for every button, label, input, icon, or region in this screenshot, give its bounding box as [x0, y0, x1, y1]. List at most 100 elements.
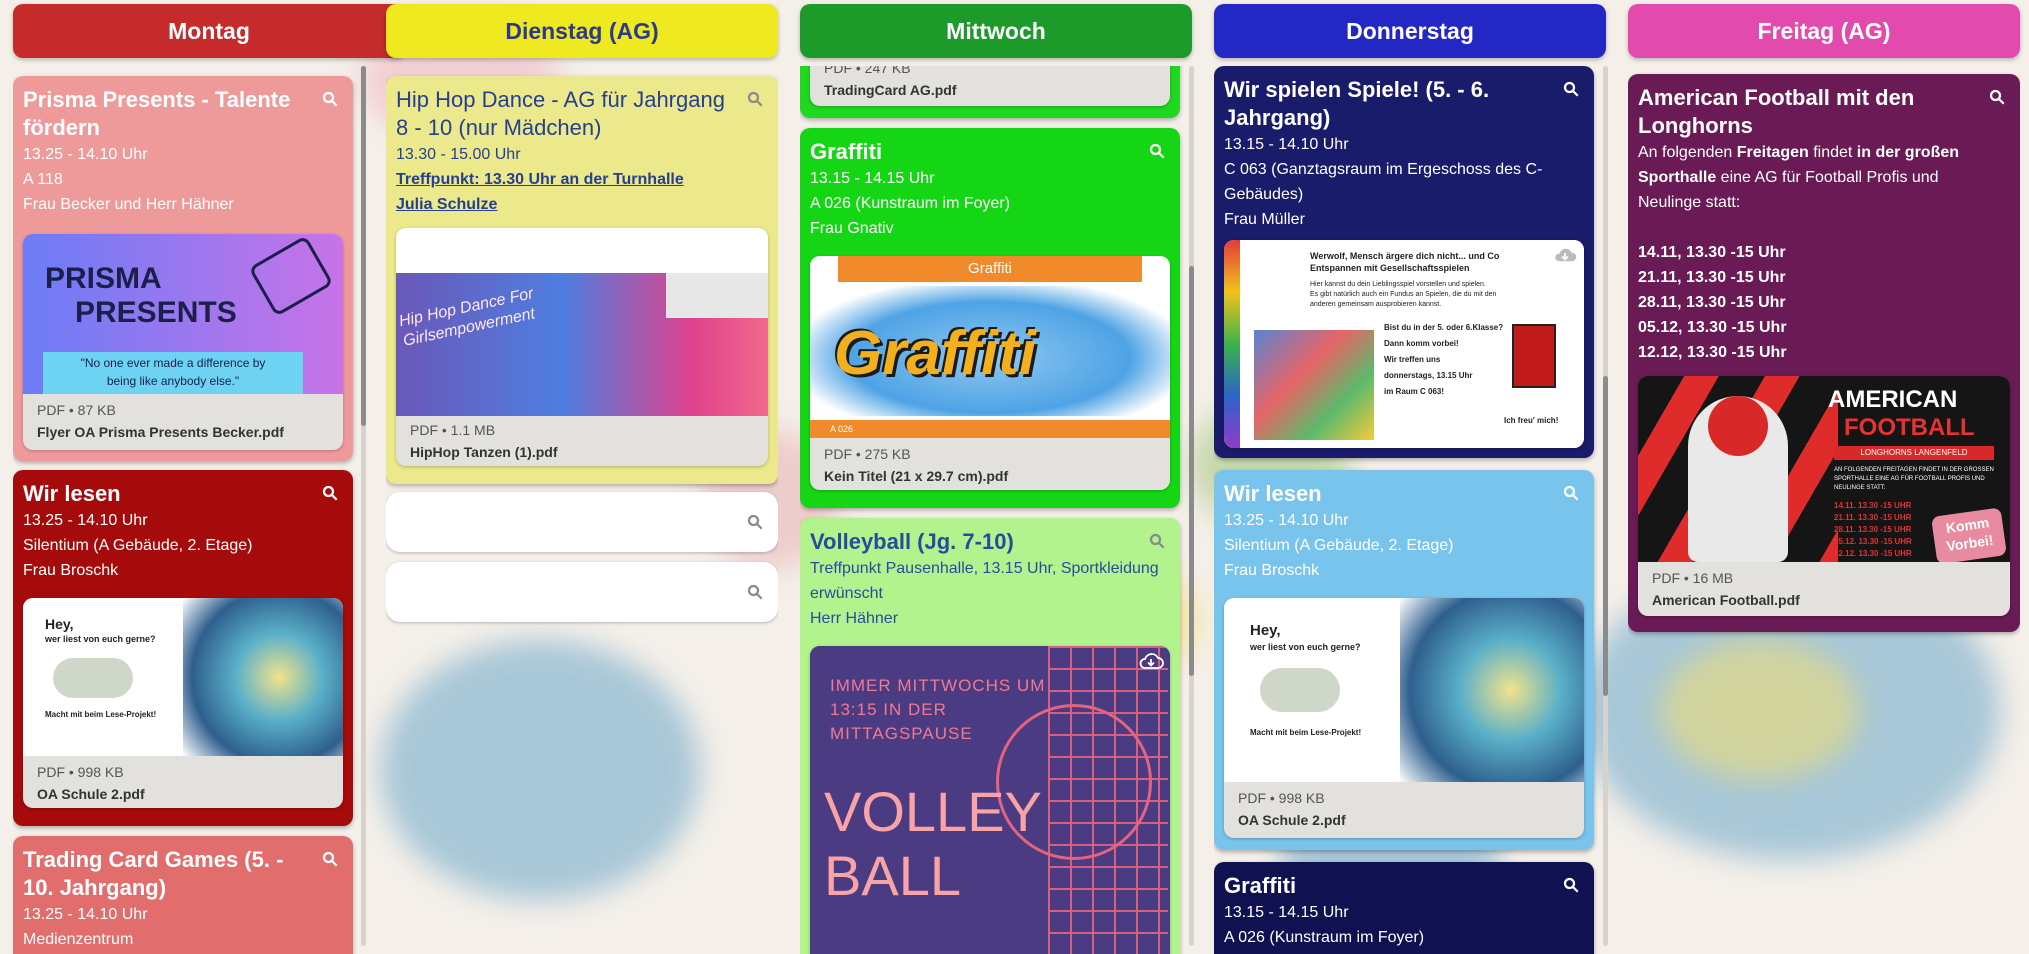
- attachment-thumbnail: Hey, wer liest von euch gerne? Macht mit…: [1224, 598, 1584, 782]
- cloud-download-icon[interactable]: [1552, 246, 1578, 264]
- scrollbar-thumb[interactable]: [1189, 266, 1194, 676]
- attachment-thumbnail: AMERICAN FOOTBALL LONGHORNS LANGENFELD A…: [1638, 376, 2010, 562]
- search-icon[interactable]: [1988, 88, 2006, 106]
- attachment-preview[interactable]: IMMER MITTWOCHS UM 13:15 IN DER MITTAGSP…: [810, 646, 1170, 954]
- attachment-filename: OA Schule 2.pdf: [1238, 812, 1346, 828]
- attachment-preview[interactable]: PRISMA PRESENTS "No one ever made a diff…: [23, 234, 343, 450]
- column-body[interactable]: Wir spielen Spiele! (5. - 6. Jahrgang) 1…: [1214, 66, 1606, 954]
- search-icon[interactable]: [746, 583, 764, 601]
- empty-card[interactable]: [386, 562, 778, 622]
- card-title: Trading Card Games (5. - 10. Jahrgang): [23, 847, 284, 900]
- card-title: Graffiti: [810, 139, 883, 164]
- search-icon[interactable]: [1562, 80, 1580, 98]
- card-date: 12.12, 13.30 -15 Uhr: [1638, 344, 1787, 361]
- attachment-thumbnail: Graffiti Graffiti A 026: [810, 256, 1170, 438]
- search-icon[interactable]: [746, 513, 764, 531]
- card-room: Silentium (A Gebäude, 2. Etage): [23, 537, 253, 554]
- attachment-thumbnail: Hip Hop Dance For Girlsempowerment: [396, 228, 768, 416]
- card-time: 13.30 - 15.00 Uhr: [396, 146, 521, 163]
- search-icon[interactable]: [1562, 484, 1580, 502]
- attachment-thumbnail: Werwolf, Mensch ärgere dich nicht... und…: [1224, 240, 1584, 448]
- column-body[interactable]: Hip Hop Dance - AG für Jahrgang 8 - 10 (…: [386, 66, 778, 954]
- card-teacher: Frau Broschk: [23, 562, 119, 579]
- attachment-filename: TradingCard AG.pdf: [824, 82, 957, 98]
- column-header-montag[interactable]: Montag: [13, 4, 405, 58]
- column-freitag: Freitag (AG) American Football mit den L…: [1628, 4, 2020, 954]
- attachment-preview[interactable]: PDF • 247 KB TradingCard AG.pdf: [810, 66, 1170, 106]
- column-header-label: Mittwoch: [946, 17, 1046, 44]
- card-trading-card-partial[interactable]: PDF • 247 KB TradingCard AG.pdf: [800, 66, 1180, 118]
- column-header-freitag[interactable]: Freitag (AG): [1628, 4, 2020, 58]
- card-wir-lesen[interactable]: Wir lesen 13.25 - 14.10 Uhr Silentium (A…: [13, 470, 353, 826]
- attachment-meta: PDF • 998 KB: [1238, 790, 1325, 806]
- column-donnerstag: Donnerstag Wir spielen Spiele! (5. - 6. …: [1214, 4, 1608, 954]
- attachment-preview[interactable]: Hip Hop Dance For Girlsempowerment PDF •…: [396, 228, 768, 466]
- attachment-thumbnail: PRISMA PRESENTS "No one ever made a diff…: [23, 234, 343, 394]
- card-date: 28.11, 13.30 -15 Uhr: [1638, 294, 1786, 311]
- scrollbar-thumb[interactable]: [1603, 376, 1608, 696]
- column-body[interactable]: PDF • 247 KB TradingCard AG.pdf Graffiti…: [800, 66, 1192, 954]
- card-date: 14.11, 13.30 -15 Uhr: [1638, 244, 1786, 261]
- card-time: 13.25 - 14.10 Uhr: [23, 512, 148, 529]
- attachment-filename: OA Schule 2.pdf: [37, 786, 145, 802]
- cloud-download-icon[interactable]: [1138, 652, 1164, 670]
- card-american-football[interactable]: American Football mit den Longhorns An f…: [1628, 74, 2020, 632]
- card-wir-lesen[interactable]: Wir lesen 13.25 - 14.10 Uhr Silentium (A…: [1214, 470, 1594, 850]
- card-time: 13.15 - 14.10 Uhr: [1224, 136, 1349, 153]
- card-info: Treffpunkt Pausenhalle, 13.15 Uhr, Sport…: [810, 560, 1159, 602]
- search-icon[interactable]: [321, 90, 339, 108]
- card-room: Medienzentrum: [23, 931, 134, 948]
- scrollbar-thumb[interactable]: [361, 66, 366, 426]
- attachment-preview[interactable]: Werwolf, Mensch ärgere dich nicht... und…: [1224, 240, 1584, 448]
- attachment-preview[interactable]: Hey, wer liest von euch gerne? Macht mit…: [23, 598, 343, 808]
- card-prisma-presents[interactable]: Prisma Presents - Talente fördern 13.25 …: [13, 76, 353, 461]
- card-title: Volleyball (Jg. 7-10): [810, 529, 1014, 554]
- attachment-meta: PDF • 1.1 MB: [410, 422, 496, 438]
- column-scrollbar[interactable]: [1189, 66, 1194, 946]
- attachment-preview[interactable]: AMERICAN FOOTBALL LONGHORNS LANGENFELD A…: [1638, 376, 2010, 616]
- card-trading-card-games[interactable]: Trading Card Games (5. - 10. Jahrgang) 1…: [13, 836, 353, 954]
- card-volleyball[interactable]: Volleyball (Jg. 7-10) Treffpunkt Pausenh…: [800, 518, 1180, 954]
- attachment-filename: American Football.pdf: [1652, 592, 1800, 608]
- column-scrollbar[interactable]: [1603, 66, 1608, 946]
- card-room: A 026 (Kunstraum im Foyer): [1224, 929, 1425, 946]
- column-body[interactable]: Prisma Presents - Talente fördern 13.25 …: [13, 66, 405, 954]
- card-room: A 026 (Kunstraum im Foyer): [810, 195, 1011, 212]
- attachment-filename: Kein Titel (21 x 29.7 cm).pdf: [824, 468, 1009, 484]
- card-time: 13.15 - 14.15 Uhr: [810, 170, 935, 187]
- card-room: Silentium (A Gebäude, 2. Etage): [1224, 537, 1454, 554]
- attachment-preview[interactable]: Graffiti Graffiti A 026 PDF • 275 KB Kei…: [810, 256, 1170, 490]
- attachment-thumbnail: Hey, wer liest von euch gerne? Macht mit…: [23, 598, 343, 756]
- card-hip-hop-dance[interactable]: Hip Hop Dance - AG für Jahrgang 8 - 10 (…: [386, 76, 778, 484]
- search-icon[interactable]: [321, 850, 339, 868]
- card-title: Wir lesen: [1224, 481, 1322, 506]
- card-teacher: Herr Hähner: [810, 610, 899, 627]
- search-icon[interactable]: [1148, 142, 1166, 160]
- card-wir-spielen-spiele[interactable]: Wir spielen Spiele! (5. - 6. Jahrgang) 1…: [1214, 66, 1594, 458]
- card-title: Wir lesen: [23, 481, 121, 506]
- column-body[interactable]: American Football mit den Longhorns An f…: [1628, 66, 2020, 954]
- search-icon[interactable]: [1148, 532, 1166, 550]
- card-title: Hip Hop Dance - AG für Jahrgang 8 - 10 (…: [396, 87, 725, 140]
- card-link-meeting-point[interactable]: Treffpunkt: 13.30 Uhr an der Turnhalle: [396, 167, 768, 192]
- attachment-meta: PDF • 16 MB: [1652, 570, 1734, 586]
- search-icon[interactable]: [1562, 876, 1580, 894]
- card-graffiti[interactable]: Graffiti 13.15 - 14.15 Uhr A 026 (Kunstr…: [800, 128, 1180, 508]
- card-room: C 063 (Ganztagsraum im Ergeschoss des C-…: [1224, 161, 1543, 203]
- column-scrollbar[interactable]: [361, 66, 366, 946]
- column-header-dienstag[interactable]: Dienstag (AG): [386, 4, 778, 58]
- column-mittwoch: Mittwoch PDF • 247 KB TradingCard AG.pdf…: [800, 4, 1194, 954]
- card-teacher: Frau Müller: [1224, 211, 1305, 228]
- card-link-teacher[interactable]: Julia Schulze: [396, 192, 768, 217]
- attachment-filename: HipHop Tanzen (1).pdf: [410, 444, 558, 460]
- empty-card[interactable]: [386, 492, 778, 552]
- card-time: 13.25 - 14.10 Uhr: [23, 146, 148, 163]
- column-header-mittwoch[interactable]: Mittwoch: [800, 4, 1192, 58]
- column-header-donnerstag[interactable]: Donnerstag: [1214, 4, 1606, 58]
- attachment-preview[interactable]: Hey, wer liest von euch gerne? Macht mit…: [1224, 598, 1584, 838]
- search-icon[interactable]: [746, 90, 764, 108]
- search-icon[interactable]: [321, 484, 339, 502]
- card-time: 13.25 - 14.10 Uhr: [23, 906, 148, 923]
- card-time: 13.15 - 14.15 Uhr: [1224, 904, 1349, 921]
- card-graffiti[interactable]: Graffiti 13.15 - 14.15 Uhr A 026 (Kunstr…: [1214, 862, 1594, 954]
